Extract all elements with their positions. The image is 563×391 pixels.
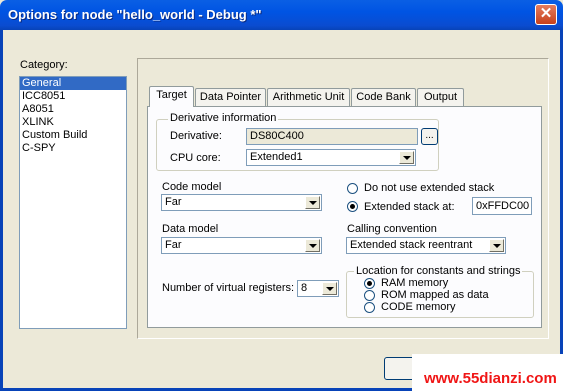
category-label: Category: [20, 59, 68, 71]
extended-stack-address-input[interactable]: 0xFFDC00 [472, 197, 532, 215]
chevron-down-icon[interactable] [305, 196, 320, 209]
code-memory-radio[interactable] [364, 302, 375, 313]
tab-target[interactable]: Target [149, 86, 194, 107]
virtual-registers-select[interactable]: 8 [297, 280, 339, 297]
close-icon: ✕ [539, 5, 553, 22]
chevron-down-icon[interactable] [305, 239, 320, 252]
code-model-value: Far [165, 196, 182, 208]
derivative-info-title: Derivative information [168, 112, 279, 124]
derivative-browse-button[interactable]: ... [421, 128, 438, 145]
window-title: Options for node "hello_world - Debug *" [8, 7, 262, 22]
rom-mapped-label[interactable]: ROM mapped as data [381, 289, 489, 301]
calling-convention-value: Extended stack reentrant [350, 239, 473, 251]
data-model-label: Data model [162, 223, 219, 235]
cpu-core-value: Extended1 [250, 151, 303, 163]
category-item-icc8051[interactable]: ICC8051 [20, 90, 126, 103]
ram-memory-label[interactable]: RAM memory [381, 277, 448, 289]
no-extended-stack-radio[interactable] [347, 183, 358, 194]
category-item-general[interactable]: General [20, 77, 126, 90]
watermark-text: www.55dianzi.com [424, 370, 557, 387]
virtual-registers-label: Number of virtual registers: [162, 282, 295, 294]
extended-stack-label[interactable]: Extended stack at: [364, 201, 455, 213]
virtual-registers-value: 8 [301, 282, 308, 294]
derivative-field[interactable]: DS80C400 [246, 128, 418, 145]
tab-arithmetic-unit[interactable]: Arithmetic Unit [267, 88, 350, 106]
data-model-select[interactable]: Far [161, 237, 322, 254]
tab-output[interactable]: Output [417, 88, 464, 106]
tab-code-bank[interactable]: Code Bank [351, 88, 416, 106]
cpu-core-label: CPU core: [170, 152, 221, 164]
category-item-xlink[interactable]: XLINK [20, 116, 126, 129]
calling-convention-select[interactable]: Extended stack reentrant [346, 237, 506, 254]
extended-stack-radio[interactable] [347, 201, 358, 212]
calling-convention-label: Calling convention [347, 223, 437, 235]
chevron-down-icon[interactable] [322, 282, 337, 295]
code-model-label: Code model [162, 181, 222, 193]
chevron-down-icon[interactable] [489, 239, 504, 252]
chevron-down-icon[interactable] [399, 151, 414, 164]
no-extended-stack-label[interactable]: Do not use extended stack [364, 182, 494, 194]
cpu-core-select[interactable]: Extended1 [246, 149, 416, 166]
close-button[interactable]: ✕ [535, 4, 557, 25]
extended-stack-address-value: 0xFFDC00 [476, 200, 530, 212]
category-item-c-spy[interactable]: C-SPY [20, 142, 126, 155]
data-model-value: Far [165, 239, 182, 251]
category-list[interactable]: General ICC8051 A8051 XLINK Custom Build… [19, 76, 127, 329]
code-model-select[interactable]: Far [161, 194, 322, 211]
rom-mapped-radio[interactable] [364, 290, 375, 301]
tab-data-pointer[interactable]: Data Pointer [195, 88, 266, 106]
derivative-value: DS80C400 [250, 130, 304, 142]
category-item-custom-build[interactable]: Custom Build [20, 129, 126, 142]
ram-memory-radio[interactable] [364, 278, 375, 289]
category-item-a8051[interactable]: A8051 [20, 103, 126, 116]
location-title: Location for constants and strings [354, 265, 523, 277]
derivative-label: Derivative: [170, 130, 222, 142]
code-memory-label[interactable]: CODE memory [381, 301, 456, 313]
